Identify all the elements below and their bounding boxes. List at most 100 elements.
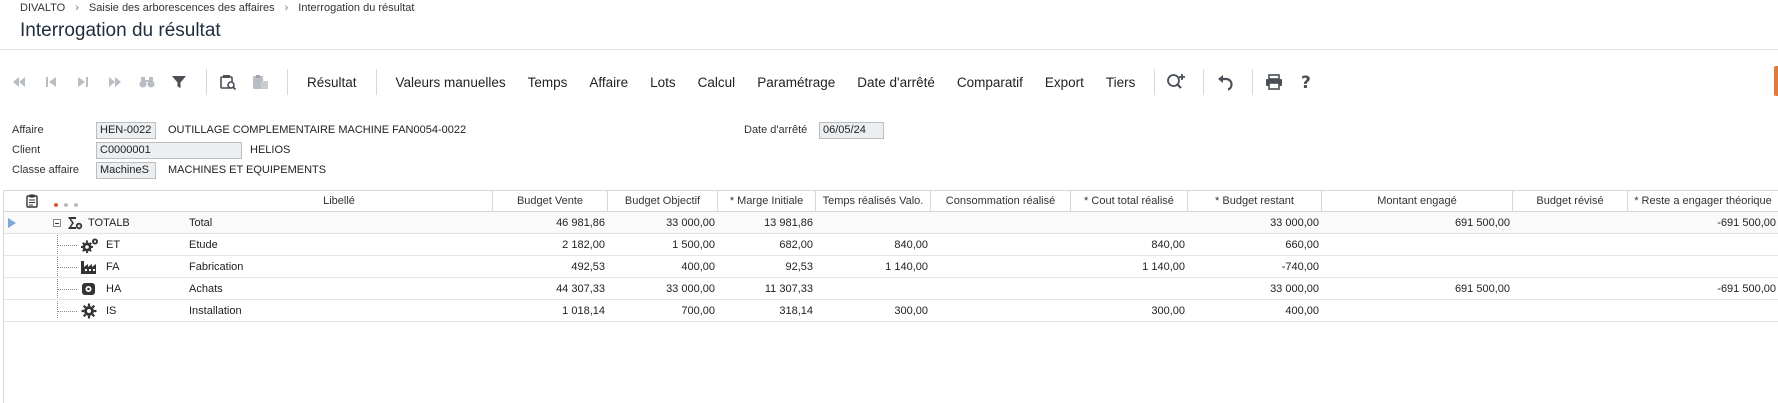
table-row[interactable]: TOTALB Total 46 981,86 33 000,00 13 981,… [4, 212, 1778, 234]
cell-montant-engage: 691 500,00 [1454, 217, 1510, 229]
affaire-description: OUTILLAGE COMPLEMENTAIRE MACHINE FAN0054… [168, 124, 467, 136]
table-row[interactable]: HA Achats 44 307,33 33 000,00 11 307,33 … [4, 278, 1778, 300]
table-row[interactable]: IS Installation 1 018,14 700,00 318,14 3… [4, 300, 1778, 322]
cell-libelle: Fabrication [189, 261, 244, 273]
column-header-budget-restant[interactable]: * Budget restant [1188, 191, 1322, 211]
cell-budget-vente: 1 018,14 [562, 305, 605, 317]
cell-montant-engage: 691 500,00 [1454, 283, 1510, 295]
cell-budget-revise [1513, 300, 1628, 322]
toolbar-separator [375, 69, 377, 95]
client-code-field[interactable]: C0000001 [96, 142, 242, 159]
resultat-button[interactable]: Résultat [296, 75, 368, 90]
toolbar-separator [206, 69, 207, 95]
breadcrumb-item-current: Interrogation du résultat [298, 2, 415, 14]
document-search-icon[interactable] [215, 69, 241, 95]
toolbar: Résultat Valeurs manuelles Temps Affaire… [6, 66, 1325, 98]
column-header-consommation[interactable]: Consommation réalisé [931, 191, 1071, 211]
status-dot-icon [74, 203, 78, 207]
column-header-temps-realises[interactable]: Temps réalisés Valo. [816, 191, 931, 211]
cell-montant-engage [1322, 300, 1513, 322]
last-icon[interactable] [102, 69, 128, 95]
cell-marge-initiale: 13 981,86 [764, 217, 813, 229]
cell-budget-objectif: 700,00 [681, 305, 715, 317]
tiers-button[interactable]: Tiers [1095, 75, 1147, 90]
cell-temps-realises: 300,00 [894, 305, 928, 317]
temps-button[interactable]: Temps [517, 75, 579, 90]
lots-button[interactable]: Lots [639, 75, 687, 90]
cell-reste-engager [1628, 256, 1778, 278]
breadcrumb-item-arborescences[interactable]: Saisie des arborescences des affaires [89, 2, 275, 14]
collapse-icon[interactable] [53, 219, 61, 227]
status-dot-icon [64, 203, 68, 207]
toolbar-separator [287, 69, 288, 95]
breadcrumb-item-divalto[interactable]: DIVALTO [20, 2, 65, 14]
next-icon[interactable] [70, 69, 96, 95]
table-row[interactable]: FA Fabrication 492,53 400,00 92,53 1 140… [4, 256, 1778, 278]
column-header-budget-vente[interactable]: Budget Vente [493, 191, 608, 211]
cell-temps-realises: 1 140,00 [885, 261, 928, 273]
cell-temps-realises: 840,00 [894, 239, 928, 251]
cell-budget-revise [1513, 278, 1628, 300]
valeurs-manuelles-button[interactable]: Valeurs manuelles [385, 75, 517, 90]
side-panel-handle[interactable] [1774, 66, 1778, 96]
column-header-budget-revise[interactable]: Budget révisé [1513, 191, 1628, 211]
parametrage-button[interactable]: Paramétrage [746, 75, 846, 90]
classe-affaire-field[interactable]: MachineS [96, 162, 156, 179]
cell-reste-engager [1628, 300, 1778, 322]
cell-budget-revise [1513, 212, 1628, 234]
cell-budget-restant: 660,00 [1285, 239, 1319, 251]
column-header-cout-total[interactable]: * Cout total réalisé [1071, 191, 1188, 211]
help-icon[interactable]: ? [1293, 69, 1319, 95]
status-dot-icon [54, 203, 58, 207]
sum-icon [66, 215, 83, 231]
tree-line [57, 311, 77, 312]
cell-budget-objectif: 33 000,00 [666, 217, 715, 229]
cell-reste-engager: -691 500,00 [1717, 217, 1776, 229]
cell-consommation [931, 212, 1071, 234]
print-icon[interactable] [1261, 69, 1287, 95]
comparatif-button[interactable]: Comparatif [946, 75, 1034, 90]
classe-affaire-label: Classe affaire [12, 164, 80, 176]
cell-libelle: Achats [189, 283, 223, 295]
affaire-button[interactable]: Affaire [578, 75, 639, 90]
undo-icon[interactable] [1212, 69, 1238, 95]
calcul-button[interactable]: Calcul [687, 75, 747, 90]
client-name: HELIOS [250, 144, 291, 156]
cell-marge-initiale: 682,00 [779, 239, 813, 251]
export-button[interactable]: Export [1034, 75, 1095, 90]
cell-budget-vente: 46 981,86 [556, 217, 605, 229]
svg-text:?: ? [1301, 73, 1311, 91]
affaire-code-field[interactable]: HEN-0022 [96, 122, 156, 139]
date-arrete-field[interactable]: 06/05/24 [819, 122, 884, 139]
cell-budget-revise [1513, 234, 1628, 256]
affaire-label: Affaire [12, 124, 44, 136]
cell-budget-restant: 400,00 [1285, 305, 1319, 317]
row-code: IS [106, 305, 117, 317]
date-arrete-button[interactable]: Date d'arrêté [846, 75, 946, 90]
column-header-montant-engage[interactable]: Montant engagé [1322, 191, 1513, 211]
cell-libelle: Etude [189, 239, 218, 251]
zoom-in-icon[interactable] [1163, 69, 1189, 95]
cell-budget-restant: -740,00 [1281, 261, 1319, 273]
column-chooser-dots[interactable] [54, 203, 78, 207]
table-row[interactable]: ET Etude 2 182,00 1 500,00 682,00 840,00… [4, 234, 1778, 256]
cell-libelle: Total [189, 217, 213, 229]
column-header-marge-initiale[interactable]: * Marge Initiale [718, 191, 816, 211]
paste-icon[interactable] [247, 69, 273, 95]
cell-temps-realises [816, 278, 931, 300]
client-label: Client [12, 144, 41, 156]
column-header-budget-objectif[interactable]: Budget Objectif [608, 191, 718, 211]
purchase-icon [80, 281, 97, 297]
clipboard-icon[interactable] [26, 194, 38, 213]
classe-affaire-description: MACHINES ET EQUIPEMENTS [168, 164, 327, 176]
previous-icon[interactable] [38, 69, 64, 95]
column-header-libelle[interactable]: Libellé [186, 191, 493, 211]
cell-budget-vente: 492,53 [571, 261, 605, 273]
first-icon[interactable] [6, 69, 32, 95]
column-header-reste-engager[interactable]: * Reste a engager théorique [1628, 191, 1778, 211]
filter-icon[interactable] [166, 69, 192, 95]
breadcrumb: DIVALTO › Saisie des arborescences des a… [20, 0, 414, 16]
binoculars-icon[interactable] [134, 69, 160, 95]
cell-consommation [931, 278, 1071, 300]
cell-cout-total [1071, 278, 1188, 300]
